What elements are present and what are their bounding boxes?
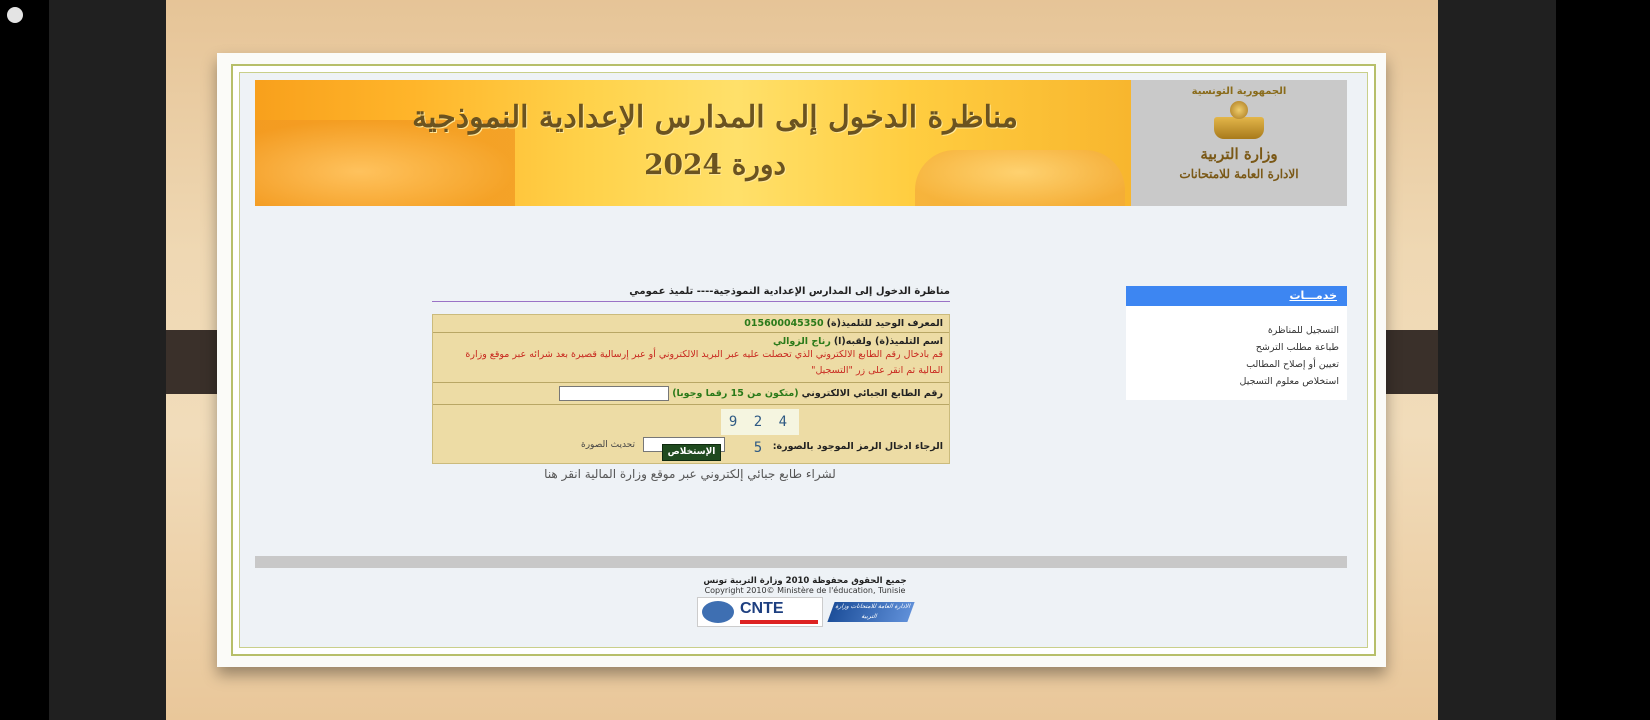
sidebar-item-print-application[interactable]: طباعة مطلب الترشح (1126, 339, 1339, 356)
left-bezel (49, 0, 166, 720)
footer-logos: CNTE الادارة العامة للامتحانات وزارة الت… (697, 597, 917, 627)
captcha-refresh-link[interactable]: تحديث الصورة (581, 440, 635, 450)
sidebar-item-register[interactable]: التسجيل للمناظرة (1126, 322, 1339, 339)
buy-stamp-link[interactable]: لشراء طابع جبائي إلكتروني عبر موقع وزارة… (540, 467, 840, 481)
student-id-value: 015600045350 (744, 318, 824, 329)
student-name-row: اسم التلميذ(ة) ولقبه(ا) رناج الزوالي قم … (433, 333, 949, 383)
sidebar-item-fix-application[interactable]: تعيين أو إصلاح المطالب (1126, 356, 1339, 373)
cnte-logo[interactable]: CNTE (697, 597, 823, 627)
student-name-label: اسم التلميذ(ة) ولقبه(ا) (833, 336, 943, 347)
student-id-label: المعرف الوحيد للتلميذ(ة) (826, 318, 943, 329)
stamp-row: رقم الطابع الجبائي الالكتروني (متكون من … (433, 383, 949, 405)
services-header: خدمـــات (1126, 286, 1347, 306)
cnte-badge-icon (702, 601, 734, 623)
captcha-label: الرجاء ادخال الرمز الموجود بالصورة: (772, 441, 943, 452)
stamp-number-input[interactable] (559, 386, 670, 401)
stamp-label: رقم الطابع الجبائي الالكتروني (801, 388, 943, 399)
captcha-image: 4 2 9 5 (721, 409, 799, 456)
cnte-logo-text: CNTE (740, 600, 784, 617)
student-name-value: رناج الزوالي (772, 336, 831, 347)
main-content: مناظرة الدخول إلى المدارس الإعدادية النم… (432, 286, 950, 464)
screen-left-margin (0, 0, 49, 720)
banner-session: دورة 2024 (644, 148, 786, 181)
copyright-ar: جميع الحقوق محفوظة 2010 وزارة التربية تو… (703, 576, 907, 586)
android-nav-bar (1556, 0, 1650, 720)
banner-title: مناظرة الدخول إلى المدارس الإعدادية النم… (412, 100, 1018, 135)
pay-button[interactable]: الإستخلاص (662, 444, 721, 461)
footer-bar (255, 556, 1347, 568)
directorate-label: الادارة العامة للامتحانات (1179, 167, 1299, 181)
banner-main: مناظرة الدخول إلى المدارس الإعدادية النم… (255, 80, 1131, 206)
header-banner: مناظرة الدخول إلى المدارس الإعدادية النم… (255, 80, 1347, 206)
stamp-hint: (متكون من 15 رقما وجوبا) (672, 388, 799, 399)
sidebar-item-pay-fee[interactable]: استخلاص معلوم التسجيل (1126, 373, 1339, 390)
republic-label: الجمهورية التونسية (1191, 86, 1287, 97)
copyright-fr: Copyright 2010© Ministère de l'éducation… (704, 586, 906, 595)
services-sidebar: خدمـــات التسجيل للمناظرة طباعة مطلب الت… (1126, 286, 1347, 400)
instruction-note: قم بادخال رقم الطابع الالكتروني الذي تحص… (465, 349, 943, 376)
student-id-row: المعرف الوحيد للتلميذ(ة) 015600045350 (433, 315, 949, 333)
ministry-logo-panel: الجمهورية التونسية وزارة التربية الادارة… (1131, 80, 1347, 206)
payment-form: المعرف الوحيد للتلميذ(ة) 015600045350 اس… (432, 314, 950, 464)
ministry-label: وزارة التربية (1200, 145, 1278, 163)
directorate-logo[interactable]: الادارة العامة للامتحانات وزارة التربية (827, 602, 915, 622)
ministry-emblem-icon (1212, 101, 1266, 141)
page-title: مناظرة الدخول إلى المدارس الإعدادية النم… (432, 286, 950, 302)
right-bezel (1438, 0, 1556, 720)
footer: جميع الحقوق محفوظة 2010 وزارة التربية تو… (650, 576, 960, 595)
